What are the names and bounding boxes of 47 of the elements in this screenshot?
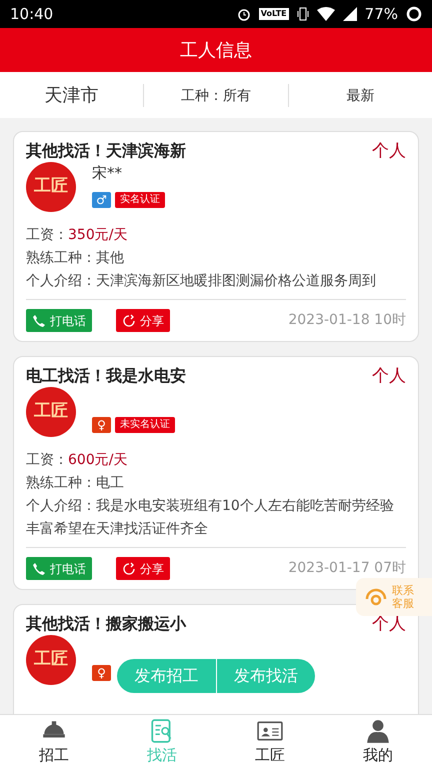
intro-text: 个人介绍：我是水电安装班组有10个人左右能吃苦耐劳经验丰富希望在天津找活证件齐全 [26, 497, 395, 539]
call-button[interactable]: 打电话 [26, 557, 92, 580]
worker-type: 个人 [372, 613, 406, 635]
tab-item[interactable]: 我的 [324, 715, 432, 768]
gender-badge: ♀ [92, 665, 111, 681]
verify-tag: 未实名认证 [115, 417, 175, 433]
gender-badge: ♂ [92, 192, 111, 208]
tab-item[interactable]: 招工 [0, 715, 108, 768]
wifi-icon [316, 7, 335, 21]
phone-icon [32, 562, 46, 576]
avatar-logo: 工匠 [26, 162, 76, 212]
filter-option[interactable]: 天津市 [44, 84, 99, 106]
share-button[interactable]: 分享 [116, 557, 170, 580]
page-title: 工人信息 [180, 38, 252, 62]
filter-option[interactable]: 最新 [346, 88, 374, 104]
tab-item[interactable]: 工匠 [216, 715, 324, 768]
share-icon [122, 314, 136, 328]
alarm-icon [236, 7, 251, 21]
card-title: 其他找活！搬家搬运小 [26, 613, 186, 635]
filter-option[interactable]: 工种：所有 [180, 88, 251, 104]
worker-type: 个人 [372, 140, 406, 162]
intro-text: 个人介绍：天津滨海新区地暖排图测漏价格公道服务周到 [26, 272, 377, 291]
volte-badge: VoLTE [258, 8, 289, 20]
share-button[interactable]: 分享 [116, 309, 170, 332]
gender-badge: ♀ [92, 417, 111, 433]
avatar-logo: 工匠 [26, 635, 76, 685]
signal-icon [342, 7, 357, 21]
salary-text: 工资：600元/天 [26, 451, 128, 470]
person-icon [365, 718, 391, 744]
trade-text: 熟练工种：其他 [26, 249, 125, 268]
call-button[interactable]: 打电话 [26, 309, 92, 332]
avatar-logo: 工匠 [26, 387, 76, 437]
card-title: 电工找活！我是水电安 [26, 365, 186, 387]
post-time: 2023-01-17 07时 [288, 559, 406, 578]
battery-icon [406, 6, 422, 22]
trade-text: 熟练工种：电工 [26, 474, 125, 493]
worker-name: 宋** [92, 163, 123, 184]
share-icon [122, 562, 136, 576]
battery-percent: 77% [364, 4, 398, 25]
status-time: 10:40 [10, 4, 54, 25]
post-time: 2023-01-18 10时 [288, 311, 406, 330]
salary-text: 工资：350元/天 [26, 226, 128, 245]
card-title: 其他找活！天津滨海新 [26, 140, 186, 162]
verify-tag: 实名认证 [115, 192, 165, 208]
phone-icon [32, 314, 46, 328]
vibrate-icon [296, 7, 309, 21]
worker-type: 个人 [372, 365, 406, 387]
